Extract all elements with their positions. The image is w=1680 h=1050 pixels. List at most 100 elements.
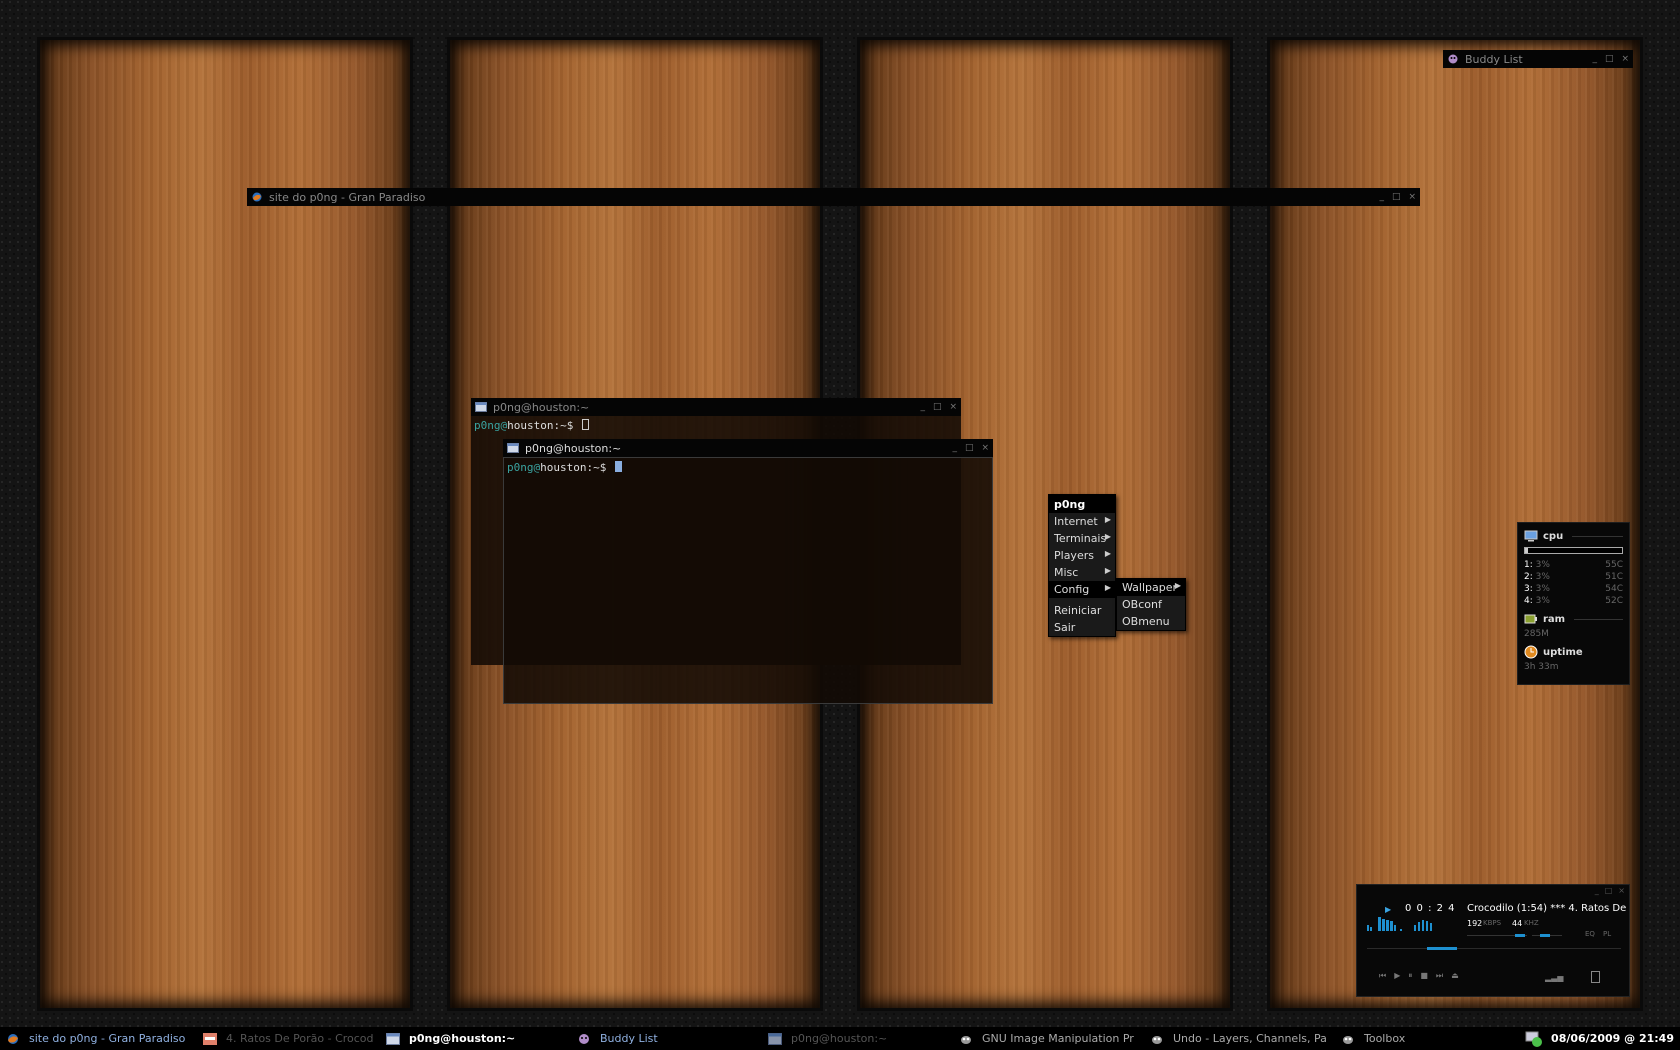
window-title: p0ng@houston:~ [525, 441, 622, 455]
menu-item-terminais[interactable]: Terminais ▶ [1049, 530, 1115, 547]
equalizer-toggle[interactable]: EQ [1585, 930, 1595, 938]
task-gimp-main[interactable]: GNU Image Manipulation Pr [953, 1027, 1144, 1050]
menu-item-label: Reiniciar [1054, 604, 1102, 617]
stop-button[interactable]: ■ [1420, 971, 1428, 981]
menu-item-sair[interactable]: Sair [1049, 619, 1115, 636]
menu-item-players[interactable]: Players ▶ [1049, 547, 1115, 564]
menu-item-wallpaper[interactable]: Wallpaper ▶ [1117, 579, 1185, 596]
prompt-host: houston [507, 419, 554, 432]
network-status-icon[interactable] [1525, 1030, 1543, 1048]
gimp-icon [961, 1035, 971, 1044]
balance-slider-handle[interactable] [1540, 934, 1550, 937]
cpu-bar-fill [1525, 548, 1528, 553]
task-terminal-2[interactable]: p0ng@houston:~ [762, 1027, 953, 1050]
bitrate-unit: KBPS [1483, 919, 1502, 927]
bitrate-value: 192 [1467, 919, 1483, 928]
task-label: 4. Ratos De Porão - Crocodil [226, 1032, 374, 1045]
ram-section-title: ram [1524, 610, 1623, 628]
core-temp: 54C [1605, 584, 1623, 594]
maximize-button[interactable]: □ [1392, 192, 1401, 202]
core-temp: 52C [1605, 596, 1623, 606]
memory-chip-icon [1524, 614, 1537, 624]
divider [1574, 618, 1623, 620]
minimize-button[interactable]: _ [1379, 192, 1384, 202]
menu-item-label: Misc [1054, 566, 1079, 579]
core-load: 3% [1535, 572, 1550, 582]
task-label: Toolbox [1364, 1032, 1406, 1045]
playlist-toggle[interactable]: PL [1603, 930, 1611, 938]
trash-icon[interactable] [1591, 971, 1600, 983]
terminal-front-titlebar[interactable]: p0ng@houston:~ _ □ × [503, 439, 993, 457]
submenu-arrow-icon: ▶ [1104, 515, 1111, 524]
task-label: GNU Image Manipulation Pr [982, 1032, 1134, 1045]
previous-button[interactable]: ⏮ [1379, 971, 1386, 981]
task-gimp-layers[interactable]: Undo - Layers, Channels, Pa [1144, 1027, 1335, 1050]
task-gimp-toolbox[interactable]: Toolbox [1335, 1027, 1515, 1050]
clock[interactable]: 08/06/2009 @ 21:49 [1551, 1032, 1680, 1045]
submenu-arrow-icon: ▶ [1104, 532, 1111, 541]
maximize-button[interactable]: □ [933, 402, 942, 412]
terminal-back-titlebar[interactable]: p0ng@houston:~ _ □ × [471, 398, 961, 416]
close-button[interactable]: × [981, 443, 989, 453]
minimize-button[interactable]: _ [920, 402, 925, 412]
media-player[interactable]: _ □ × ▶ 0 0 : 2 4 Crocodilo (1:54) *** 4… [1356, 884, 1630, 997]
pause-button[interactable]: ⏸ [1408, 971, 1412, 981]
menu-item-reiniciar[interactable]: Reiniciar [1049, 602, 1115, 619]
menu-item-internet[interactable]: Internet ▶ [1049, 513, 1115, 530]
uptime-value: 3h 33m [1524, 662, 1559, 672]
menu-item-config[interactable]: Config ▶ [1049, 581, 1115, 598]
menu-item-obmenu[interactable]: OBmenu [1117, 613, 1185, 630]
cpu-bar [1524, 547, 1623, 554]
balance-slider[interactable] [1532, 934, 1562, 937]
cpu-core-row: 4: 3% 52C [1524, 595, 1623, 607]
terminal-front-body[interactable]: p0ng@houston:~$ [503, 457, 993, 704]
minimize-button[interactable]: _ [1595, 886, 1599, 895]
firefox-icon [8, 1033, 18, 1044]
close-button[interactable]: × [1618, 886, 1625, 895]
play-button[interactable]: ▶ [1394, 971, 1400, 981]
terminal-icon [507, 443, 519, 453]
task-label: p0ng@houston:~ [791, 1032, 888, 1045]
volume-slider[interactable] [1467, 934, 1527, 937]
close-button[interactable]: × [1408, 192, 1416, 202]
core-number: 3: [1524, 584, 1533, 594]
browser-window-titlebar[interactable]: site do p0ng - Gran Paradiso _ □ × [247, 188, 1420, 206]
ram-label: ram [1543, 613, 1566, 625]
terminal-icon [475, 402, 487, 412]
core-load: 3% [1535, 584, 1550, 594]
submenu-arrow-icon: ▶ [1104, 566, 1111, 575]
task-buddy-list[interactable]: Buddy List [571, 1027, 762, 1050]
core-temp: 51C [1605, 572, 1623, 582]
menu-item-misc[interactable]: Misc ▶ [1049, 564, 1115, 581]
text-cursor [581, 419, 589, 430]
uptime-label: uptime [1543, 646, 1583, 658]
maximize-button[interactable]: □ [965, 443, 974, 453]
minimize-button[interactable]: _ [952, 443, 957, 453]
pidgin-icon [579, 1033, 589, 1044]
window-title: Buddy List [1465, 52, 1523, 66]
firefox-icon [252, 192, 262, 202]
prompt-path: :~$ [586, 461, 607, 474]
task-audacious[interactable]: 4. Ratos De Porão - Crocodil [197, 1027, 380, 1050]
maximize-button[interactable]: □ [1605, 54, 1614, 64]
task-label: Buddy List [600, 1032, 658, 1045]
task-browser[interactable]: site do p0ng - Gran Paradiso [0, 1027, 197, 1050]
prompt-user: p0ng [507, 461, 534, 474]
buddy-list-titlebar[interactable]: Buddy List _ □ × [1443, 50, 1633, 68]
close-button[interactable]: × [949, 402, 957, 412]
cpu-core-row: 3: 3% 54C [1524, 583, 1623, 595]
eject-button[interactable]: ⏏ [1451, 971, 1459, 981]
volume-slider-handle[interactable] [1515, 934, 1525, 937]
minimize-button[interactable]: _ [1592, 54, 1597, 64]
player-window-buttons: _ □ × [1595, 886, 1625, 895]
seek-bar[interactable] [1367, 947, 1621, 950]
spectrum-visualizer [1367, 917, 1432, 931]
menu-item-label: Players [1054, 549, 1094, 562]
close-button[interactable]: × [1621, 54, 1629, 64]
next-button[interactable]: ⏭ [1436, 971, 1443, 981]
window-title: p0ng@houston:~ [493, 400, 590, 414]
computer-icon [1524, 530, 1538, 542]
menu-item-obconf[interactable]: OBconf [1117, 596, 1185, 613]
maximize-button[interactable]: □ [1605, 886, 1613, 895]
task-terminal-1[interactable]: p0ng@houston:~ [380, 1027, 571, 1050]
